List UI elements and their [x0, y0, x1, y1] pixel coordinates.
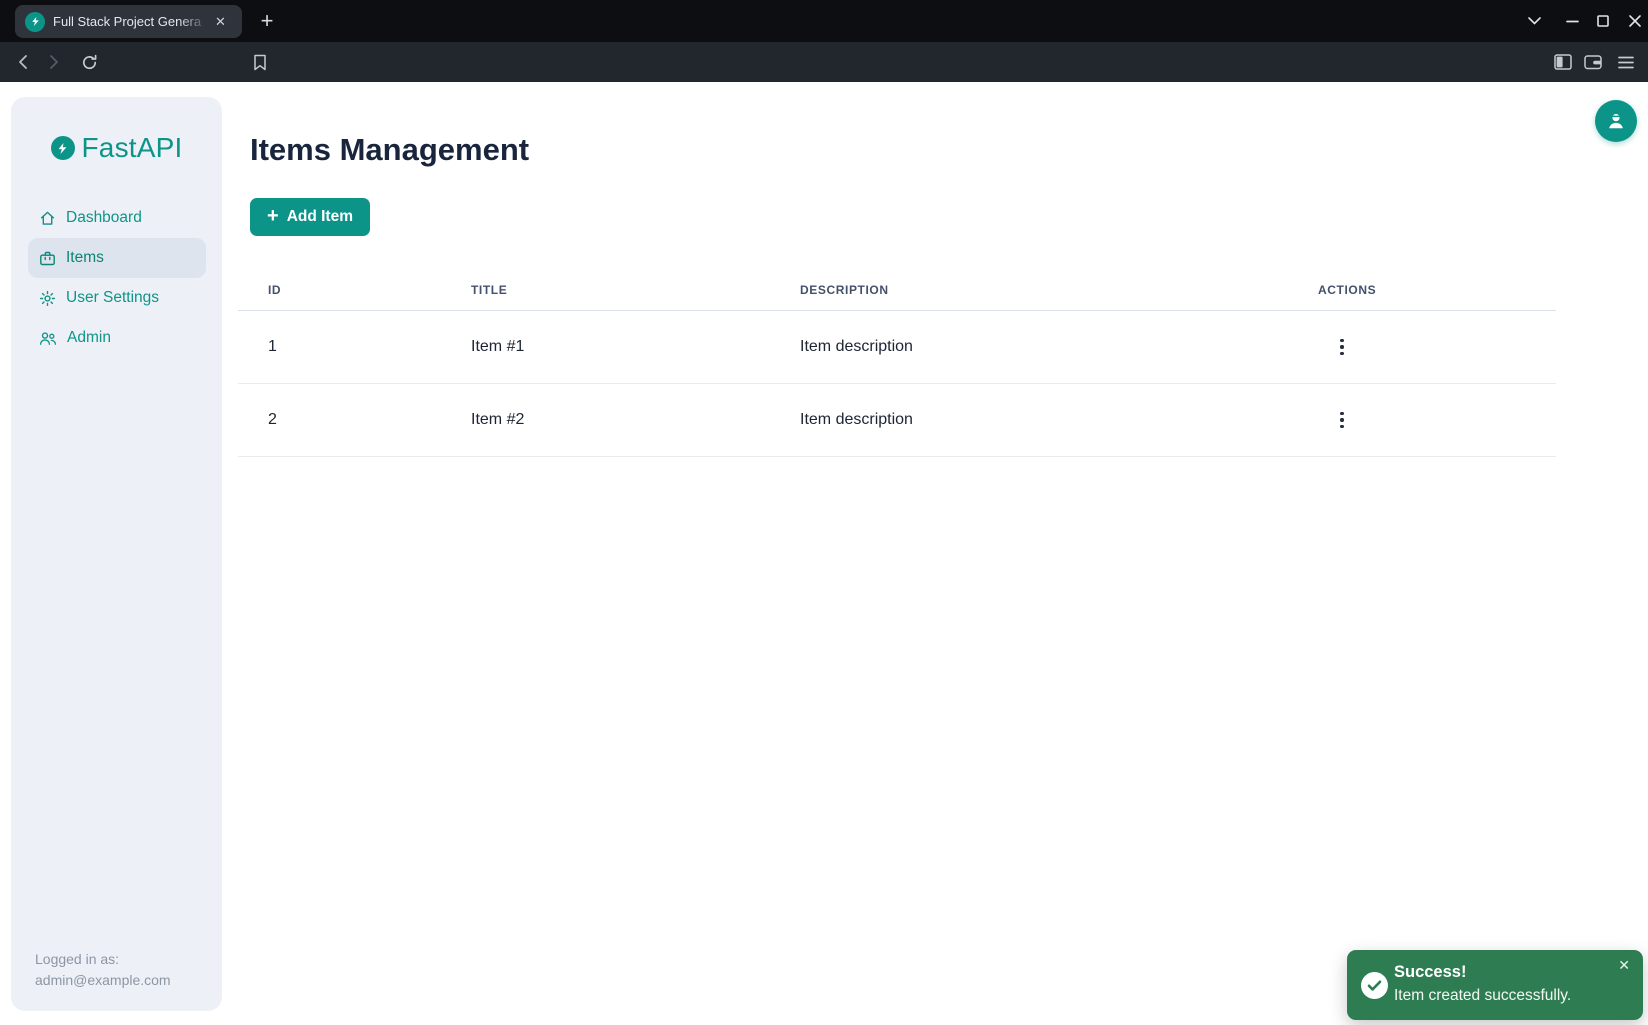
toast-close-button[interactable]: ✕ — [1618, 958, 1630, 972]
new-tab-button[interactable]: + — [253, 7, 281, 35]
sidebar-item-label: Admin — [67, 329, 111, 347]
cell-id: 2 — [238, 411, 471, 429]
add-item-button[interactable]: + Add Item — [250, 198, 370, 236]
logged-in-info: Logged in as: admin@example.com — [35, 949, 171, 991]
success-toast: Success! Item created successfully. ✕ — [1347, 950, 1643, 1020]
sidebar-item-dashboard[interactable]: Dashboard — [28, 198, 206, 238]
table-header-row: ID TITLE DESCRIPTION ACTIONS — [238, 269, 1556, 311]
users-icon — [39, 330, 57, 347]
cell-title: Item #1 — [471, 338, 800, 356]
sidebar-nav: Dashboard Items User Settings — [28, 198, 206, 358]
row-actions-menu-button[interactable] — [1327, 332, 1357, 362]
home-icon — [39, 210, 56, 227]
tab-title: Full Stack Project Genera — [53, 14, 213, 29]
cell-title: Item #2 — [471, 411, 800, 429]
logo-text: FastAPI — [82, 132, 183, 164]
plus-icon: + — [267, 206, 279, 226]
tab-close-button[interactable]: ✕ — [215, 15, 226, 28]
col-header-id: ID — [238, 283, 471, 297]
col-header-actions: ACTIONS — [1318, 283, 1556, 297]
back-button[interactable] — [9, 50, 35, 74]
forward-button[interactable] — [41, 50, 67, 74]
sidebar-item-label: User Settings — [66, 289, 159, 307]
cell-id: 1 — [238, 338, 471, 356]
logged-in-label: Logged in as: — [35, 949, 171, 970]
toast-message: Item created successfully. — [1394, 987, 1571, 1005]
row-actions-menu-button[interactable] — [1327, 405, 1357, 435]
sidebar-item-label: Dashboard — [66, 209, 142, 227]
fastapi-bolt-icon — [51, 136, 75, 160]
window-minimize-button[interactable] — [1559, 9, 1585, 33]
col-header-description: DESCRIPTION — [800, 283, 1318, 297]
toast-title: Success! — [1394, 963, 1466, 982]
fastapi-favicon-icon — [25, 12, 45, 32]
table-row: 1 Item #1 Item description — [238, 311, 1556, 384]
briefcase-icon — [39, 250, 56, 267]
sidebar-item-label: Items — [66, 249, 104, 267]
menu-icon[interactable] — [1613, 50, 1639, 74]
window-maximize-button[interactable] — [1590, 9, 1616, 33]
browser-tab[interactable]: Full Stack Project Genera ✕ — [15, 5, 242, 38]
sidebar-item-admin[interactable]: Admin — [28, 318, 206, 358]
sidebar: FastAPI Dashboard Items — [11, 97, 222, 1011]
logged-in-email: admin@example.com — [35, 970, 171, 991]
fastapi-logo: FastAPI — [11, 132, 222, 164]
sidebar-item-user-settings[interactable]: User Settings — [28, 278, 206, 318]
browser-toolbar: localhost/items — [0, 42, 1648, 82]
sidebar-panel-icon[interactable] — [1550, 50, 1576, 74]
add-item-label: Add Item — [287, 208, 353, 226]
col-header-title: TITLE — [471, 283, 800, 297]
page-title: Items Management — [250, 132, 529, 168]
gear-icon — [39, 290, 56, 307]
wallet-icon[interactable] — [1580, 50, 1606, 74]
sidebar-item-items[interactable]: Items — [28, 238, 206, 278]
tab-search-chevron-button[interactable] — [1521, 9, 1547, 33]
window-close-button[interactable] — [1622, 9, 1648, 33]
browser-tab-bar: Full Stack Project Genera ✕ + — [0, 0, 1648, 42]
items-table: ID TITLE DESCRIPTION ACTIONS 1 Item #1 I… — [238, 269, 1556, 457]
check-circle-icon — [1361, 972, 1388, 999]
reload-button[interactable] — [76, 50, 102, 74]
page-content: FastAPI Dashboard Items — [0, 82, 1648, 1025]
user-avatar-button[interactable] — [1595, 100, 1637, 142]
bookmark-icon[interactable] — [247, 50, 273, 74]
cell-description: Item description — [800, 411, 1318, 429]
user-icon — [1605, 110, 1627, 132]
table-row: 2 Item #2 Item description — [238, 384, 1556, 457]
cell-description: Item description — [800, 338, 1318, 356]
